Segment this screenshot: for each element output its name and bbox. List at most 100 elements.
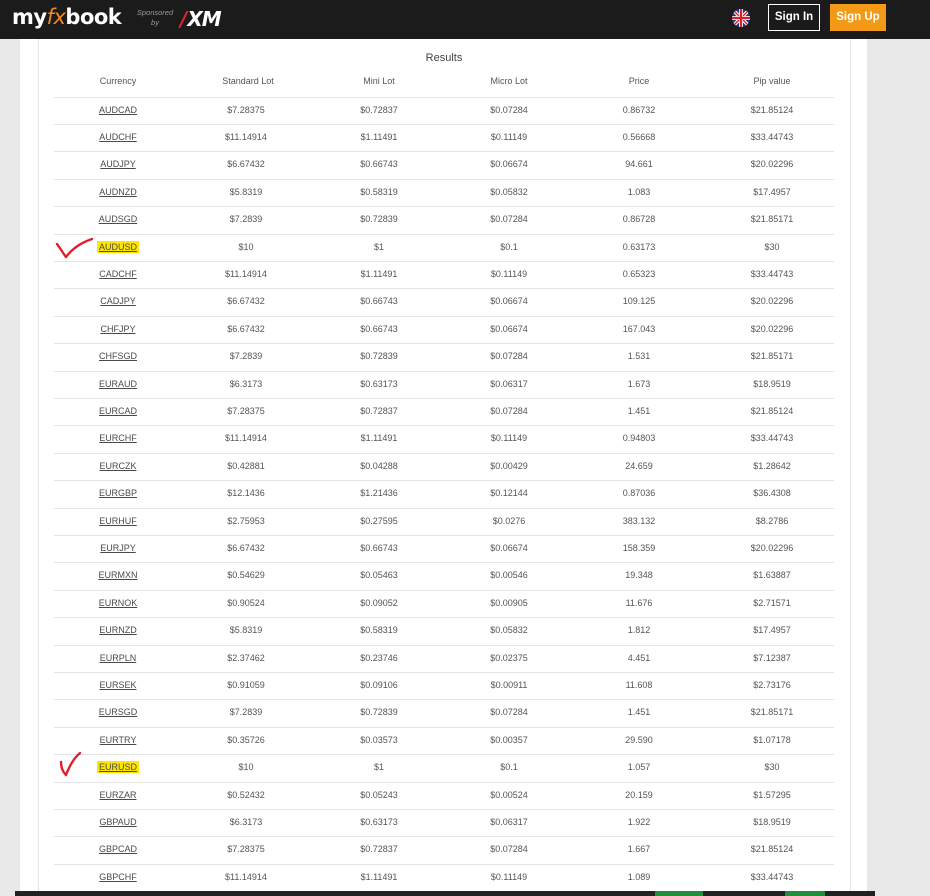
currency-link[interactable]: CADCHF xyxy=(82,269,154,279)
pip-value: $30 xyxy=(764,762,780,773)
price-value: 0.56668 xyxy=(622,131,656,142)
micro-lot-value: $0.00429 xyxy=(490,460,528,471)
table-row: GBPCAD $7.28375 $0.72837 $0.07284 1.667 $21.8… xyxy=(54,836,834,863)
currency-link[interactable]: CHFJPY xyxy=(82,324,154,334)
xm-sponsor-logo[interactable]: /XM xyxy=(180,7,222,31)
currency-link[interactable]: GBPCAD xyxy=(82,844,154,854)
micro-lot-value: $0.00357 xyxy=(490,734,528,745)
price-value: 1.812 xyxy=(627,625,651,636)
column-header: Standard Lot xyxy=(222,76,274,86)
standard-lot-value: $5.8319 xyxy=(229,625,263,636)
currency-link[interactable]: GBPAUD xyxy=(82,817,154,827)
sign-in-button[interactable]: Sign In xyxy=(768,4,820,31)
currency-link[interactable]: EURSGD xyxy=(82,707,154,717)
currency-link[interactable]: AUDCHF xyxy=(82,132,154,142)
currency-link[interactable]: EURJPY xyxy=(82,543,154,553)
table-row: AUDSGD $7.2839 $0.72839 $0.07284 0.86728 $21.… xyxy=(54,206,834,233)
currency-link[interactable]: CADJPY xyxy=(82,296,154,306)
standard-lot-value: $11.14914 xyxy=(225,433,267,444)
pip-value: $20.02296 xyxy=(750,296,794,307)
currency-link[interactable]: AUDJPY xyxy=(82,159,154,169)
price-value: 0.86732 xyxy=(622,104,656,115)
currency-link[interactable]: EURAUD xyxy=(82,379,154,389)
price-value: 109.125 xyxy=(622,296,656,307)
highlighted-currency[interactable]: EURUSD xyxy=(96,761,139,774)
price-value: 29.590 xyxy=(625,734,653,745)
standard-lot-value: $6.67432 xyxy=(227,296,265,307)
myfxbook-logo[interactable]: myfxbook xyxy=(12,5,122,29)
mini-lot-value: $0.27595 xyxy=(360,515,398,526)
micro-lot-value: $0.11149 xyxy=(490,268,528,279)
currency-link[interactable]: EURNZD xyxy=(82,625,154,635)
mini-lot-value: $0.58319 xyxy=(360,625,398,636)
mini-lot-value: $0.05243 xyxy=(360,789,398,800)
table-row: AUDNZD $5.8319 $0.58319 $0.05832 1.083 $17.49… xyxy=(54,179,834,206)
currency-link[interactable]: EURGBP xyxy=(82,488,154,498)
standard-lot-value: $7.28375 xyxy=(227,104,265,115)
standard-lot-value: $7.28375 xyxy=(227,405,265,416)
micro-lot-value: $0.06674 xyxy=(490,296,528,307)
currency-link[interactable]: AUDNZD xyxy=(82,187,154,197)
currency-link[interactable]: EURZAR xyxy=(82,790,154,800)
table-row: GBPAUD $6.3173 $0.63173 $0.06317 1.922 $18.95… xyxy=(54,809,834,836)
pip-value: $18.9519 xyxy=(753,378,791,389)
standard-lot-value: $10 xyxy=(238,762,254,773)
table-row: EURZAR $0.52432 $0.05243 $0.00524 20.159 $1.5… xyxy=(54,782,834,809)
currency-link[interactable]: EURPLN xyxy=(82,653,154,663)
table-row: EURMXN $0.54629 $0.05463 $0.00546 19.348 $1.6… xyxy=(54,562,834,589)
standard-lot-value: $10 xyxy=(238,241,254,252)
standard-lot-value: $6.67432 xyxy=(227,323,265,334)
currency-link[interactable]: GBPCHF xyxy=(82,872,154,882)
price-value: 1.922 xyxy=(627,816,651,827)
price-value: 20.159 xyxy=(625,789,653,800)
table-row: EURSGD $7.2839 $0.72839 $0.07284 1.451 $21.85… xyxy=(54,699,834,726)
currency-link[interactable]: EURNOK xyxy=(82,598,154,608)
column-header: Mini Lot xyxy=(363,76,395,86)
pip-value: $21.85124 xyxy=(750,405,794,416)
sign-up-button[interactable]: Sign Up xyxy=(830,4,886,31)
micro-lot-value: $0.07284 xyxy=(490,405,528,416)
currency-link[interactable]: AUDCAD xyxy=(82,105,154,115)
price-value: 0.86728 xyxy=(622,214,656,225)
mini-lot-value: $0.03573 xyxy=(360,734,398,745)
currency-link[interactable]: EURSEK xyxy=(82,680,154,690)
micro-lot-value: $0.02375 xyxy=(490,652,528,663)
table-row: EURTRY $0.35726 $0.03573 $0.00357 29.590 $1.0… xyxy=(54,727,834,754)
mini-lot-value: $0.72837 xyxy=(360,844,398,855)
pip-value: $2.71571 xyxy=(753,597,791,608)
currency-link[interactable]: EURHUF xyxy=(82,516,154,526)
price-value: 1.667 xyxy=(627,844,651,855)
mini-lot-value: $1.11491 xyxy=(360,871,398,882)
pip-value: $33.44743 xyxy=(750,131,794,142)
pip-value: $7.12387 xyxy=(753,652,791,663)
currency-link[interactable]: AUDSGD xyxy=(82,214,154,224)
micro-lot-value: $0.07284 xyxy=(490,214,528,225)
currency-link[interactable]: EURUSD xyxy=(82,761,154,774)
price-value: 0.65323 xyxy=(622,268,656,279)
highlighted-currency[interactable]: AUDUSD xyxy=(96,240,139,253)
price-value: 1.057 xyxy=(627,762,651,773)
mini-lot-value: $0.58319 xyxy=(360,186,398,197)
micro-lot-value: $0.11149 xyxy=(490,871,528,882)
currency-link[interactable]: EURTRY xyxy=(82,735,154,745)
micro-lot-value: $0.06674 xyxy=(490,542,528,553)
micro-lot-value: $0.06317 xyxy=(490,378,528,389)
table-row: CADCHF $11.14914 $1.11491 $0.11149 0.65323 $3… xyxy=(54,261,834,288)
currency-link[interactable]: EURCAD xyxy=(82,406,154,416)
bottom-ticker-bar xyxy=(15,891,875,896)
currency-link[interactable]: CHFSGD xyxy=(82,351,154,361)
pip-value: $1.28642 xyxy=(753,460,791,471)
uk-flag-icon[interactable] xyxy=(732,9,750,27)
currency-link[interactable]: EURCZK xyxy=(82,461,154,471)
red-checkmark-annotation xyxy=(55,237,94,259)
table-row: AUDUSD $10 $1 $0.1 0.63173 $30 xyxy=(54,234,834,261)
price-value: 19.348 xyxy=(625,570,653,581)
table-row: EURUSD $10 $1 $0.1 1.057 $30 xyxy=(54,754,834,781)
price-value: 1.673 xyxy=(627,378,651,389)
pip-value: $21.85171 xyxy=(750,707,794,718)
currency-link[interactable]: EURMXN xyxy=(82,570,154,580)
currency-link[interactable]: EURCHF xyxy=(82,433,154,443)
pip-value: $20.02296 xyxy=(750,323,794,334)
mini-lot-value: $1.11491 xyxy=(360,131,398,142)
standard-lot-value: $6.67432 xyxy=(227,159,265,170)
